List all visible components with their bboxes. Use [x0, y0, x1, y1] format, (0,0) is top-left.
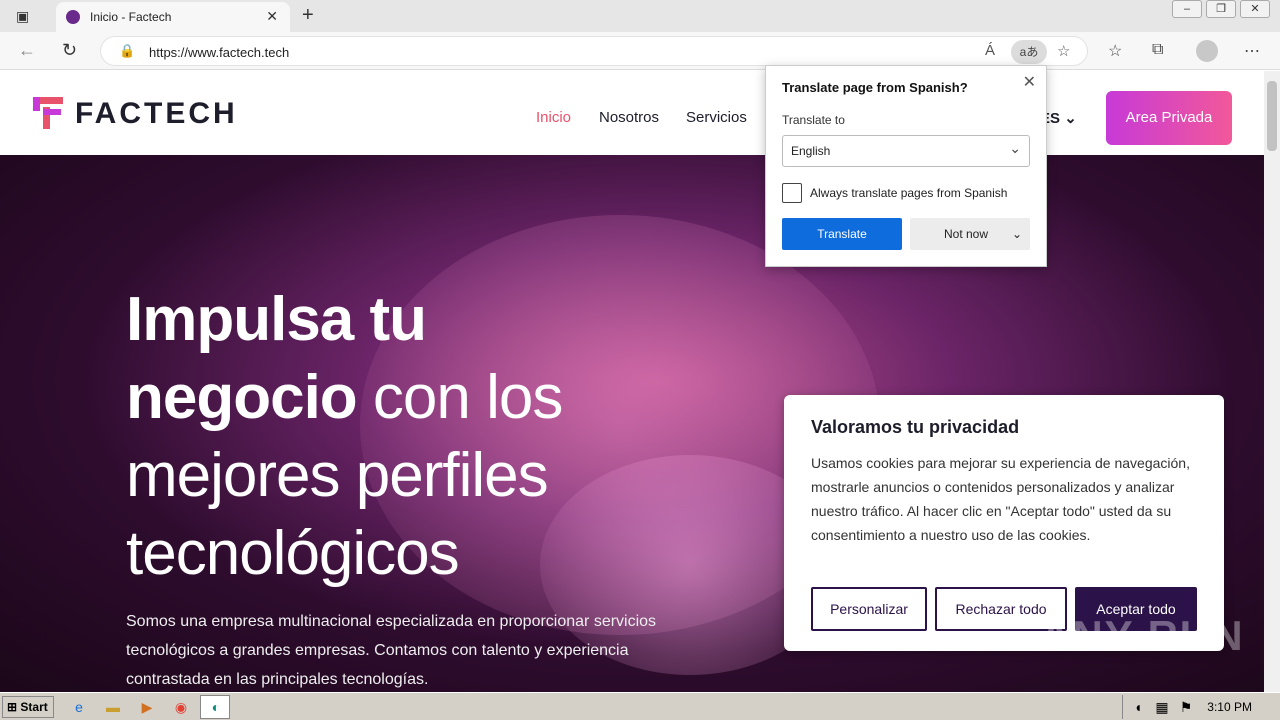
window-controls: – ❐ ✕	[1172, 0, 1270, 18]
folder-icon[interactable]: ▬	[104, 698, 122, 716]
hero-title-line-2a: negocio	[126, 363, 358, 432]
nav-inicio[interactable]: Inicio	[536, 109, 571, 126]
page-scrollbar[interactable]	[1264, 71, 1280, 692]
anyrun-watermark: ANY RUN	[1040, 612, 1245, 659]
nav-servicios[interactable]: Servicios	[686, 109, 747, 126]
chrome-icon[interactable]: ◉	[172, 698, 190, 716]
cookie-text: Usamos cookies para mejorar su experienc…	[811, 455, 1190, 543]
refresh-icon[interactable]: ↻	[62, 40, 77, 61]
area-privada-button[interactable]: Area Privada	[1106, 91, 1232, 145]
scrollbar-thumb[interactable]	[1267, 81, 1277, 151]
hero-title: Impulsa tu negocio con los mejores perfi…	[126, 281, 646, 593]
tab-actions-icon[interactable]: ▣	[16, 8, 29, 25]
network-icon[interactable]: ▦	[1153, 698, 1171, 716]
windows-taskbar: ⊞ Start e ▬ ▶ ◉ ◐ ◖ ▦ ⚑ 3:10 PM	[0, 692, 1280, 720]
language-dropdown[interactable]: English ⌄	[782, 135, 1030, 167]
media-player-icon[interactable]: ▶	[138, 698, 156, 716]
address-toolbar: ← ↻ 🔒 https://www.factech.tech Á aあ ☆ ☆…	[0, 32, 1280, 70]
more-menu-icon[interactable]: ⋯	[1244, 41, 1260, 61]
flag-icon[interactable]: ⚑	[1177, 698, 1195, 716]
chevron-down-icon: ⌄	[1064, 110, 1077, 127]
hero-title-line-4: tecnológicos	[126, 519, 460, 588]
volume-icon[interactable]: ◖	[1129, 698, 1147, 716]
start-label: Start	[20, 700, 48, 714]
language-value: English	[791, 144, 831, 158]
site-header: FACTECH Inicio Nosotros Servicios ES ⌄ A…	[0, 71, 1264, 155]
personalizar-button[interactable]: Personalizar	[811, 587, 927, 631]
restore-icon[interactable]: ❐	[1206, 0, 1236, 18]
not-now-label: Not now	[944, 227, 989, 241]
ie-icon[interactable]: e	[70, 698, 88, 716]
windows-logo-icon: ⊞	[7, 700, 18, 714]
nav-nosotros[interactable]: Nosotros	[599, 109, 659, 126]
clock: 3:10 PM	[1207, 700, 1252, 714]
address-field[interactable]: 🔒 https://www.factech.tech Á aあ ☆	[100, 36, 1088, 66]
factech-favicon-icon	[66, 10, 80, 24]
always-translate-checkbox[interactable]	[782, 183, 802, 203]
translate-to-label: Translate to	[782, 113, 845, 127]
back-icon[interactable]: ←	[18, 40, 36, 61]
close-icon[interactable]: ✕	[1023, 72, 1036, 92]
hero-title-line-2b: con los	[372, 363, 563, 432]
system-tray: ◖ ▦ ⚑ 3:10 PM	[1122, 695, 1280, 719]
translate-icon[interactable]: aあ	[1011, 40, 1047, 64]
profile-avatar[interactable]	[1196, 40, 1218, 62]
minimize-icon[interactable]: –	[1172, 0, 1202, 18]
new-tab-icon[interactable]: +	[302, 4, 314, 27]
browser-tab[interactable]: Inicio - Factech ✕	[56, 2, 290, 32]
hero-title-line-3: mejores perfiles	[126, 441, 549, 510]
edge-icon: ◐	[211, 699, 221, 715]
tab-title: Inicio - Factech	[90, 10, 172, 24]
browser-tab-bar: ▣ Inicio - Factech ✕ + – ❐ ✕	[0, 0, 1280, 32]
logo-text[interactable]: FACTECH	[75, 97, 238, 131]
chevron-down-icon[interactable]: ⌄	[1012, 218, 1022, 250]
chevron-down-icon: ⌄	[1009, 140, 1021, 156]
edge-taskbar-button[interactable]: ◐	[200, 695, 230, 719]
url-text: https://www.factech.tech	[149, 45, 290, 60]
close-tab-icon[interactable]: ✕	[266, 8, 278, 25]
collections-icon[interactable]: ⧉	[1152, 41, 1163, 59]
favorites-icon[interactable]: ☆	[1108, 41, 1122, 61]
start-button[interactable]: ⊞ Start	[2, 696, 54, 718]
not-now-button[interactable]: Not now ⌄	[910, 218, 1030, 250]
translate-button[interactable]: Translate	[782, 218, 902, 250]
hero-subtitle: Somos una empresa multinacional especial…	[126, 613, 657, 688]
close-window-icon[interactable]: ✕	[1240, 0, 1270, 18]
read-aloud-icon[interactable]: Á	[985, 42, 995, 59]
lock-icon[interactable]: 🔒	[119, 43, 135, 59]
factech-logo-icon[interactable]	[33, 97, 63, 129]
hero-title-line-1: Impulsa tu	[126, 285, 427, 354]
translate-title: Translate page from Spanish?	[782, 80, 968, 95]
always-translate-label[interactable]: Always translate pages from Spanish	[810, 186, 1007, 200]
translate-popup: Translate page from Spanish? ✕ Translate…	[765, 65, 1047, 267]
cookie-title: Valoramos tu privacidad	[811, 417, 1020, 437]
add-favorite-icon[interactable]: ☆	[1057, 42, 1070, 60]
